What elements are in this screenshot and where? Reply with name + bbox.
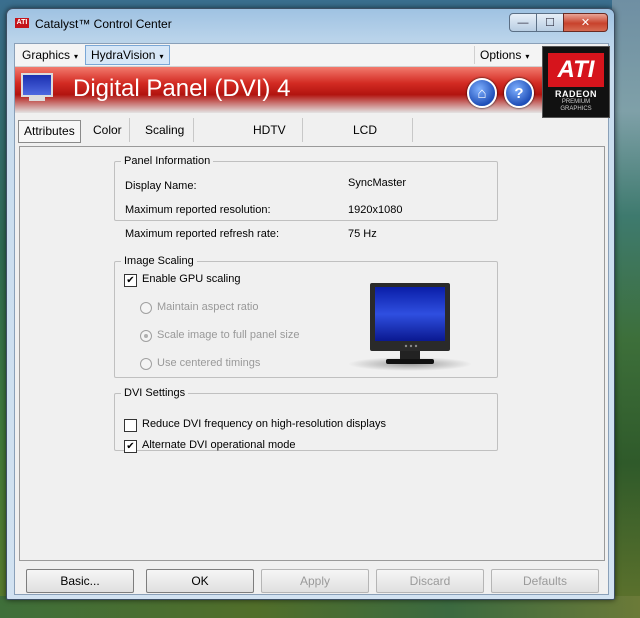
menu-hydravision-label: HydraVision [91,48,156,62]
apply-button[interactable]: Apply [261,569,369,593]
chevron-down-icon: ▾ [525,52,530,61]
display-name-value: SyncMaster [348,177,407,189]
maximize-button[interactable]: ☐ [536,13,564,32]
close-button[interactable]: ✕ [563,13,608,32]
tab-color[interactable]: Color [86,118,130,142]
maximize-icon: ☐ [545,17,555,29]
button-bar: Basic... OK Apply Discard Defaults [15,566,608,594]
page-title: Digital Panel (DVI) 4 [73,75,291,102]
client-area: Graphics ▾ HydraVision ▾ Options ▾ ATI RADE… [14,43,610,595]
window-title: Catalyst™ Control Center [35,17,172,31]
ati-app-icon: ATI [15,18,29,28]
basic-button[interactable]: Basic... [26,569,134,593]
page-header: Digital Panel (DVI) 4 ⌂ ? [15,67,542,113]
help-icon: ? [514,84,524,102]
logo-ati-text: ATI [548,53,604,87]
tab-scaling-options[interactable]: Scaling Options [138,118,195,161]
max-resolution-label: Maximum reported resolution: [125,204,271,216]
home-button[interactable]: ⌂ [467,78,497,108]
panel-information-group: Panel Information Display Name: SyncMast… [114,155,498,240]
alternate-dvi-mode-checkbox[interactable]: ✔ [124,440,137,453]
logo-radeon-text: RADEON [554,89,597,99]
max-refresh-label: Maximum reported refresh rate: [125,228,280,240]
monitor-illustration [348,282,472,372]
display-name-label: Display Name: [125,180,197,192]
close-icon: ✕ [580,17,591,29]
logo-premium-text: PREMIUM [561,99,591,105]
alternate-dvi-mode-label[interactable]: Alternate DVI operational mode [142,439,295,451]
help-button[interactable]: ? [504,78,534,108]
panel-information-legend: Panel Information [124,155,211,167]
dvi-settings-legend: DVI Settings [124,387,186,399]
tab-attributes[interactable]: Attributes [18,120,81,143]
monitor-icon [19,71,53,103]
menu-bar: Graphics ▾ HydraVision ▾ Options ▾ [15,44,542,67]
window-controls: — ☐ ✕ [509,13,608,32]
reduce-dvi-frequency-checkbox[interactable] [124,419,137,432]
tab-hdtv-support[interactable]: HDTV Support [246,118,304,161]
logo-graphics-text: GRAPHICS [560,106,592,112]
image-scaling-group: Image Scaling ✔ Enable GPU scaling Maint… [114,255,498,378]
enable-gpu-scaling-checkbox[interactable]: ✔ [124,274,137,287]
menu-options-label: Options [480,48,522,62]
max-refresh-value: 75 Hz [348,228,377,240]
defaults-button[interactable]: Defaults [491,569,599,593]
maintain-aspect-ratio-label[interactable]: Maintain aspect ratio [157,301,259,313]
scale-full-panel-radio[interactable] [140,330,152,342]
image-scaling-legend: Image Scaling [124,255,194,267]
menu-graphics-label: Graphics [22,48,71,62]
use-centered-timings-radio[interactable] [140,358,152,370]
minimize-icon: — [517,16,529,29]
ati-radeon-logo: ATI RADEON PREMIUM GRAPHICS [542,46,610,118]
minimize-button[interactable]: — [509,13,537,32]
menu-graphics[interactable]: Graphics ▾ [17,46,83,64]
discard-button[interactable]: Discard [376,569,484,593]
menu-hydravision[interactable]: HydraVision ▾ [85,45,170,65]
title-bar[interactable]: ATI Catalyst™ Control Center — ☐ ✕ [7,9,614,37]
ok-button[interactable]: OK [146,569,254,593]
desktop-background-right [612,0,640,618]
dvi-settings-group: DVI Settings Reduce DVI frequency on hig… [114,387,498,453]
reduce-dvi-frequency-label[interactable]: Reduce DVI frequency on high-resolution … [142,418,386,430]
menu-options[interactable]: Options ▾ [474,46,534,64]
maintain-aspect-ratio-radio[interactable] [140,302,152,314]
catalyst-window: ATI Catalyst™ Control Center — ☐ ✕ Graph… [6,8,615,600]
scale-full-panel-label[interactable]: Scale image to full panel size [157,329,299,341]
chevron-down-icon: ▾ [74,52,79,61]
use-centered-timings-label[interactable]: Use centered timings [157,357,260,369]
home-icon: ⌂ [477,84,487,102]
max-resolution-value: 1920x1080 [348,204,403,216]
attributes-panel: Panel Information Display Name: SyncMast… [19,146,605,561]
chevron-down-icon: ▾ [159,52,164,61]
tab-lcd-overdrive[interactable]: LCD Overdrive [346,118,414,161]
enable-gpu-scaling-label[interactable]: Enable GPU scaling [142,273,240,285]
